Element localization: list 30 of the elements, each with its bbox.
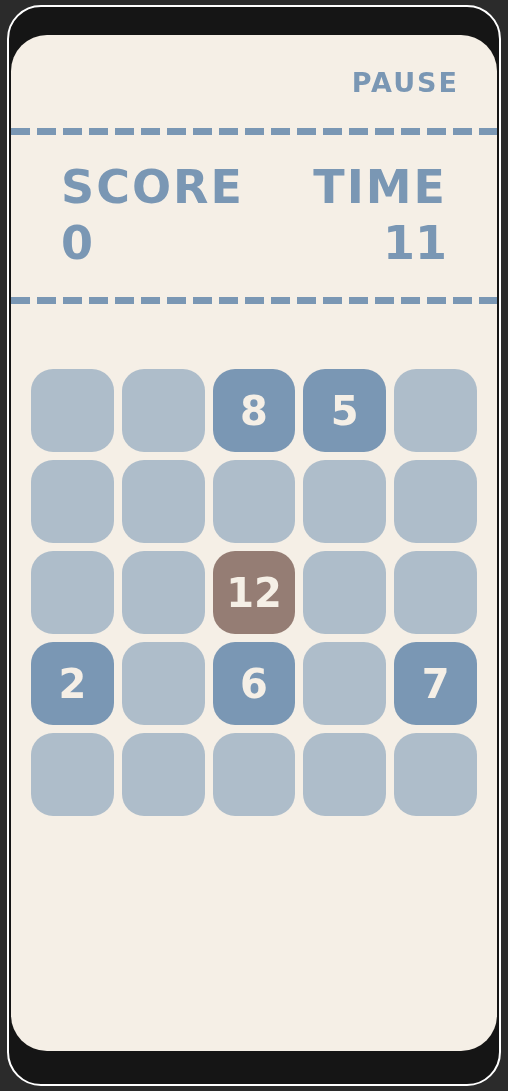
score-label: SCORE: [61, 159, 244, 215]
number-tile[interactable]: 7: [394, 642, 477, 725]
empty-tile[interactable]: [121, 460, 205, 543]
empty-tile[interactable]: [303, 642, 387, 725]
time-label: TIME: [313, 159, 447, 215]
empty-tile[interactable]: [31, 369, 114, 452]
empty-tile[interactable]: [121, 642, 205, 725]
number-tile[interactable]: 2: [31, 642, 114, 725]
empty-tile[interactable]: [31, 733, 114, 816]
number-tile[interactable]: 8: [212, 369, 296, 452]
number-tile[interactable]: 5: [303, 369, 387, 452]
empty-tile[interactable]: [303, 551, 387, 634]
empty-tile[interactable]: [121, 551, 205, 634]
time-value: 11: [383, 215, 447, 271]
number-tile[interactable]: 6: [212, 642, 296, 725]
empty-tile[interactable]: [394, 460, 477, 543]
empty-tile[interactable]: [394, 733, 477, 816]
empty-tile[interactable]: [303, 460, 387, 543]
empty-tile[interactable]: [212, 733, 296, 816]
pause-button[interactable]: PAUSE: [351, 67, 459, 97]
empty-tile[interactable]: [394, 551, 477, 634]
empty-tile[interactable]: [303, 733, 387, 816]
number-tile[interactable]: 12: [212, 551, 296, 634]
empty-tile[interactable]: [121, 369, 205, 452]
score-value: 0: [61, 215, 93, 271]
empty-tile[interactable]: [31, 460, 114, 543]
empty-tile[interactable]: [212, 460, 296, 543]
empty-tile[interactable]: [31, 551, 114, 634]
empty-tile[interactable]: [121, 733, 205, 816]
empty-tile[interactable]: [394, 369, 477, 452]
